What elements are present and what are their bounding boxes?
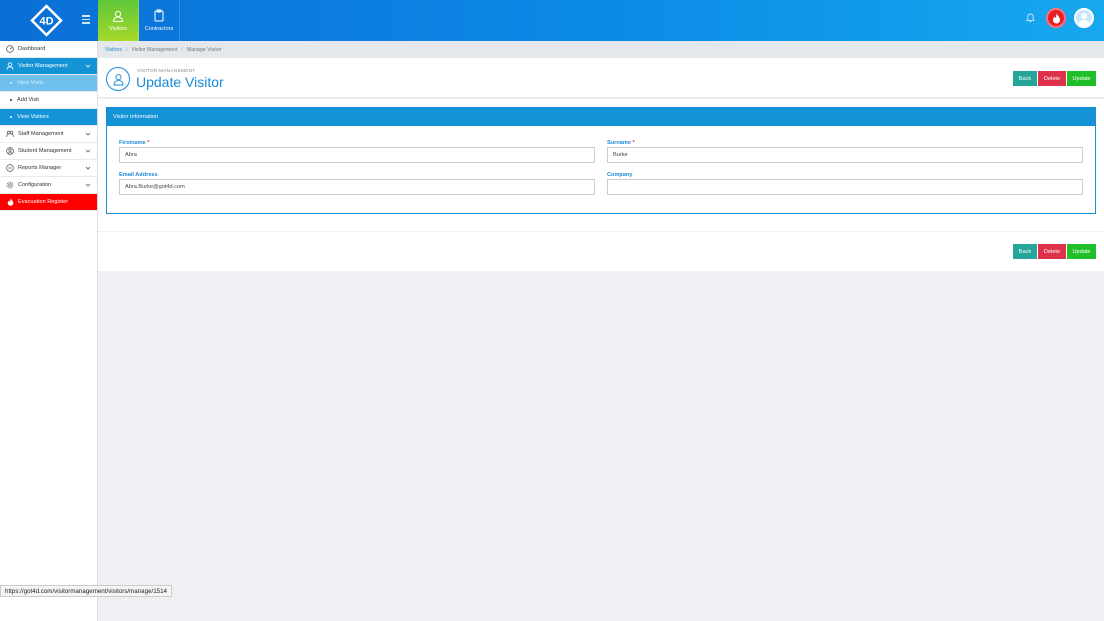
visitor-icon [112,10,124,22]
gear-icon [6,181,14,189]
top-right-actions [1022,8,1094,28]
firstname-label: Firstname * [119,140,150,146]
top-navbar: 4D Visitors Contractors [0,0,1104,41]
sidebar-item-label: Add Visit [17,97,39,103]
update-button[interactable]: Update [1067,71,1096,86]
user-avatar[interactable] [1074,8,1094,28]
sidebar-item-label: Configuration [18,182,52,188]
delete-button[interactable]: Delete [1038,71,1066,86]
sidebar-item-label: View Visitors [17,114,49,120]
surname-label: Surname * [607,140,635,146]
firstname-field[interactable]: Abra [119,147,595,163]
nav-visitors[interactable]: Visitors [98,0,139,41]
breadcrumb-manage-visitor: Manage Visitor [186,46,222,53]
sidebar-item-visitor-management[interactable]: Visitor Management [0,58,97,75]
visitor-icon [6,62,14,70]
sidebar-item-add-visit[interactable]: Add Visit [0,92,97,109]
sidebar-item-evacuation-register[interactable]: Evacuation Register [0,194,97,211]
company-field[interactable] [607,179,1083,195]
menu-toggle-icon[interactable] [80,13,94,27]
svg-text:4D: 4D [39,16,53,28]
company-label: Company [607,172,633,178]
email-field[interactable]: Abra.Burke@got4d.com [119,179,595,195]
staff-icon [6,130,14,138]
sidebar-item-label: Dashboard [18,46,46,52]
back-button[interactable]: Back [1013,244,1037,259]
page-title: Update Visitor [136,74,224,90]
sidebar-item-label: Visitor Management [18,63,68,69]
sidebar-item-label: Student Management [18,148,72,154]
sidebar-item-label: View Visits [17,80,44,86]
top-nav: Visitors Contractors [98,0,180,41]
sidebar-item-staff-management[interactable]: Staff Management [0,126,97,143]
sidebar-item-configuration[interactable]: Configuration [0,177,97,194]
chevron-down-icon [85,149,91,153]
update-button[interactable]: Update [1067,244,1096,259]
breadcrumb: Visitors / Visitor Management / Manage V… [98,41,1104,58]
sidebar-item-view-visitors[interactable]: View Visitors [0,109,97,126]
chevron-down-icon [85,132,91,136]
nav-visitors-label: Visitors [109,25,127,32]
sidebar-item-reports-manager[interactable]: Reports Manager [0,160,97,177]
bottom-action-buttons: Back Delete Update [1013,244,1096,259]
page-header: VISITOR MANAGEMENT Update Visitor Back D… [98,58,1104,98]
sidebar-item-label: Staff Management [18,131,64,137]
notification-bell-icon[interactable] [1022,10,1038,26]
clipboard-icon [154,9,164,22]
surname-field[interactable]: Burke [607,147,1083,163]
evacuation-alert-icon[interactable] [1046,8,1066,28]
sidebar-item-label: Reports Manager [18,165,62,171]
reports-icon [6,164,14,172]
email-label: Email Address [119,172,158,178]
nav-contractors[interactable]: Contractors [139,0,180,41]
bullet-icon [10,82,12,84]
dashboard-icon [6,45,14,53]
delete-button[interactable]: Delete [1038,244,1066,259]
sidebar-item-label: Evacuation Register [18,199,69,205]
visitor-information-panel: Visitor Information Firstname * Abra Sur… [106,107,1096,214]
app-logo[interactable]: 4D [30,4,63,37]
student-icon [6,147,14,155]
form-footer: Back Delete Update [98,231,1104,271]
sidebar: Dashboard Visitor Management View Visits… [0,41,98,621]
chevron-down-icon [85,166,91,170]
top-action-buttons: Back Delete Update [1013,71,1096,86]
sidebar-item-dashboard[interactable]: Dashboard [0,41,97,58]
nav-contractors-label: Contractors [144,26,174,32]
back-button[interactable]: Back [1013,71,1037,86]
breadcrumb-visitors[interactable]: Visitors [105,47,122,53]
chevron-down-icon [85,183,91,187]
panel-title: Visitor Information [107,108,1095,126]
visitor-icon [106,67,130,91]
chevron-down-icon [85,64,91,68]
status-bar-url: https://got4d.com/visitormanagement/visi… [0,585,172,597]
breadcrumb-visitor-management[interactable]: Visitor Management [131,47,177,53]
sidebar-item-student-management[interactable]: Student Management [0,143,97,160]
bullet-icon [10,116,12,118]
sidebar-item-view-visits[interactable]: View Visits [0,75,97,92]
bullet-icon [10,99,12,101]
flame-icon [6,198,14,206]
